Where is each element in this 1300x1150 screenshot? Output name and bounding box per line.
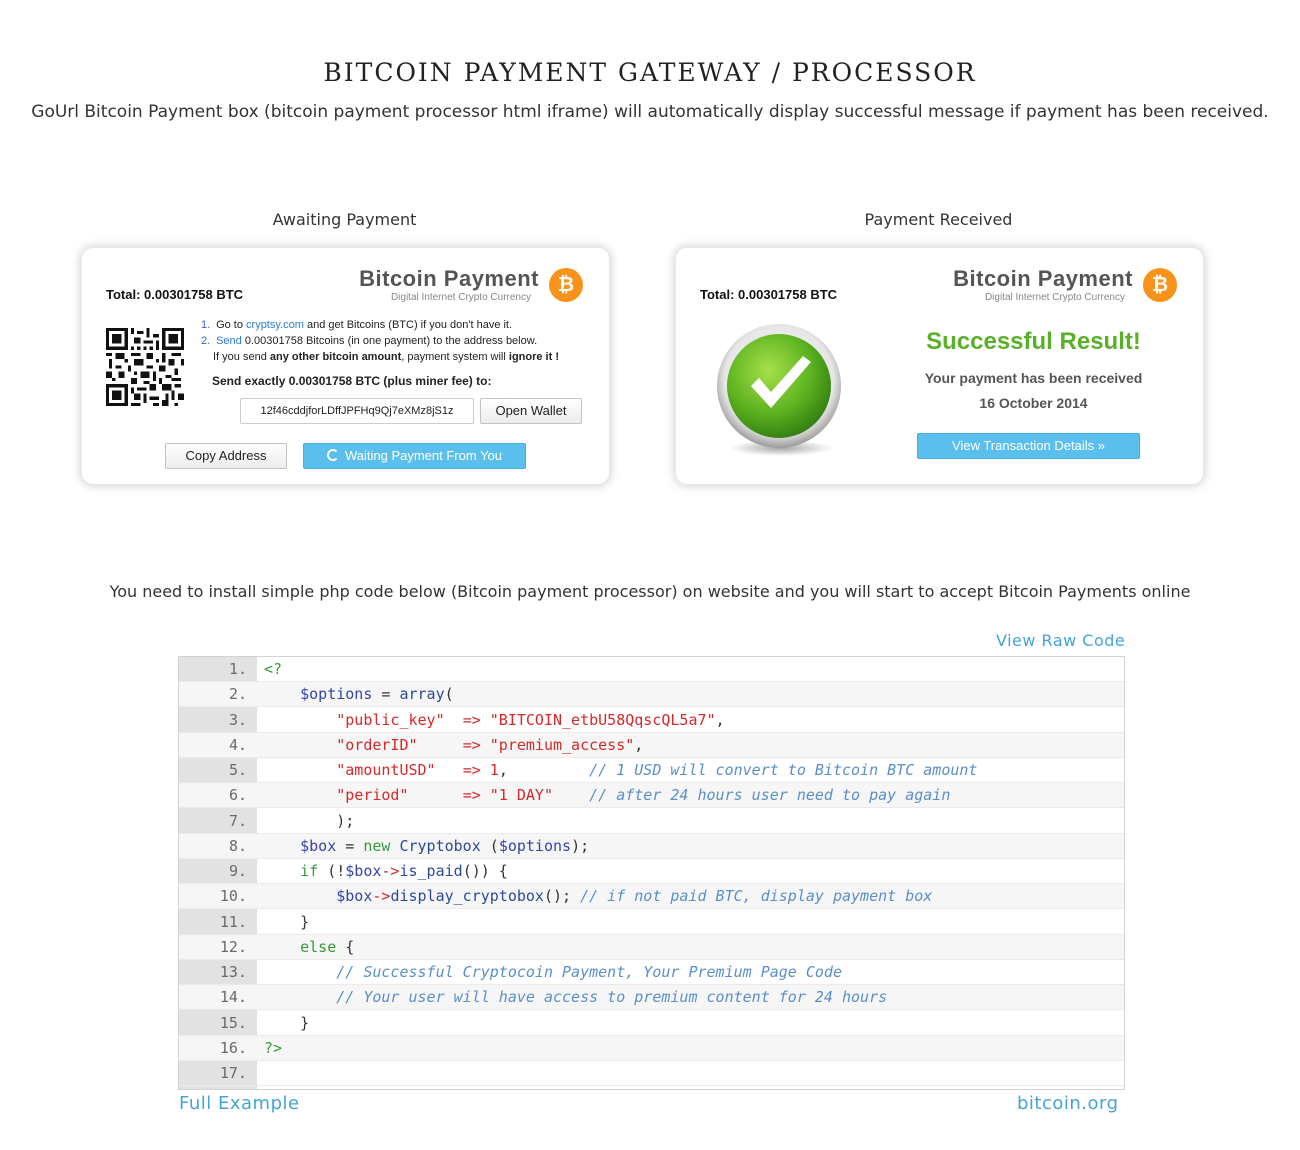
- code-text: }: [264, 1013, 310, 1032]
- line-number: 14.: [219, 988, 247, 1007]
- line-number: 10.: [219, 887, 247, 906]
- brand-logo: Bitcoin Payment Digital Internet Crypto …: [953, 266, 1133, 303]
- spinner-icon: [326, 449, 339, 461]
- line-number: 17.: [219, 1064, 247, 1082]
- line-number: 1.: [228, 660, 247, 678]
- payment-instructions: 1. Go to cryptsy.com and get Bitcoins (B…: [201, 319, 559, 363]
- bitcoin-address-field[interactable]: 12f46cddjforLDffJPFHq9Qj7eXMz8jS1z: [240, 398, 474, 424]
- code-text: "public_key" => "BITCOIN_etbU58QqscQL5a7…: [336, 710, 725, 729]
- code-line: 13. // Successful Cryptocoin Payment, Yo…: [179, 960, 1124, 985]
- brand-logo: Bitcoin Payment Digital Internet Crypto …: [359, 266, 539, 303]
- checkmark-icon: [717, 324, 841, 456]
- view-transaction-button[interactable]: View Transaction Details »: [917, 433, 1140, 459]
- code-line: 17.: [179, 1061, 1124, 1086]
- send-exact-text: Send exactly 0.00301758 BTC (plus miner …: [212, 374, 492, 388]
- code-line: 8. $box = new Cryptobox ($options);: [179, 833, 1124, 859]
- line-number: 15.: [219, 1013, 247, 1032]
- line-number: 11.: [219, 912, 247, 931]
- total-amount: Total: 0.00301758 BTC: [106, 287, 244, 302]
- code-line: 16. ?>: [179, 1035, 1124, 1061]
- qr-code: [106, 328, 184, 406]
- code-text: <?: [264, 660, 283, 678]
- line-number: 12.: [219, 937, 247, 956]
- success-title: Successful Result!: [926, 328, 1141, 355]
- payment-received-text: Your payment has been received: [924, 370, 1143, 386]
- full-example-link[interactable]: Full Example: [179, 1093, 300, 1114]
- install-note: You need to install simple php code belo…: [109, 582, 1191, 601]
- send-link[interactable]: Send: [216, 335, 242, 347]
- code-text: ?>: [264, 1038, 283, 1057]
- code-line: 14. // Your user will have access to pre…: [179, 985, 1124, 1011]
- code-text: }: [264, 912, 310, 931]
- received-caption: Payment Received: [864, 210, 1013, 229]
- bitcoin-logo-icon: ₿: [1143, 268, 1177, 302]
- code-text: "orderID" => "premium_access",: [336, 735, 644, 754]
- line-number: 7.: [228, 811, 247, 830]
- copy-address-button[interactable]: Copy Address: [165, 443, 287, 469]
- line-number: 6.: [228, 786, 247, 805]
- payment-date: 16 October 2014: [979, 395, 1088, 411]
- awaiting-caption: Awaiting Payment: [272, 210, 417, 229]
- line-number: 2.: [228, 685, 247, 704]
- code-text: $box = new Cryptobox ($options);: [300, 836, 590, 855]
- code-line: 12. else {: [179, 934, 1124, 960]
- line-number: 4.: [228, 735, 247, 754]
- line-number: 8.: [228, 836, 247, 855]
- bitcoin-org-link[interactable]: bitcoin.org: [1017, 1093, 1119, 1114]
- open-wallet-button[interactable]: Open Wallet: [480, 398, 582, 424]
- code-line: 3. "public_key" => "BITCOIN_etbU58QqscQL…: [179, 708, 1124, 733]
- code-text: $box->display_cryptobox(); // if not pai…: [336, 887, 933, 906]
- code-text: // Your user will have access to premium…: [336, 988, 888, 1007]
- awaiting-payment-box: Total: 0.00301758 BTC Bitcoin Payment Di…: [81, 247, 610, 485]
- code-line: 5. "amountUSD" => 1, // 1 USD will conve…: [179, 758, 1124, 783]
- cryptsy-link[interactable]: cryptsy.com: [246, 319, 304, 331]
- code-text: "period" => "1 DAY" // after 24 hours us…: [336, 786, 951, 805]
- code-line: 6. "period" => "1 DAY" // after 24 hours…: [179, 783, 1124, 809]
- code-text: else {: [300, 937, 355, 956]
- page-title: BITCOIN PAYMENT GATEWAY / PROCESSOR: [323, 58, 977, 87]
- code-block: 1. <? 2. $options = array(3. "public_key" …: [178, 656, 1125, 1090]
- line-number: 16.: [219, 1038, 247, 1057]
- waiting-payment-button[interactable]: Waiting Payment From You: [303, 443, 526, 469]
- code-text: if (!$box->is_paid()) {: [300, 862, 508, 880]
- line-number: 9.: [228, 862, 247, 880]
- code-text: // Successful Cryptocoin Payment, Your P…: [336, 963, 842, 981]
- line-number: 5.: [228, 761, 247, 779]
- bitcoin-logo-icon: ₿: [549, 268, 583, 302]
- payment-received-box: Total: 0.00301758 BTC Bitcoin Payment Di…: [675, 247, 1204, 485]
- view-raw-code-link[interactable]: View Raw Code: [996, 631, 1125, 650]
- code-line: 2. $options = array(: [179, 682, 1124, 708]
- code-line: 11. }: [179, 910, 1124, 935]
- code-text: "amountUSD" => 1, // 1 USD will convert …: [336, 761, 978, 779]
- code-line: 7. );: [179, 809, 1124, 834]
- code-line: 4. "orderID" => "premium_access",: [179, 732, 1124, 758]
- code-line: 9. if (!$box->is_paid()) {: [179, 859, 1124, 884]
- code-line: 10. $box->display_cryptobox(); // if not…: [179, 884, 1124, 910]
- code-line: 15. }: [179, 1011, 1124, 1036]
- total-amount: Total: 0.00301758 BTC: [700, 287, 838, 302]
- code-text: );: [264, 811, 355, 830]
- code-line: 1. <?: [179, 657, 1124, 682]
- line-number: 3.: [228, 710, 247, 729]
- intro-text: GoUrl Bitcoin Payment box (bitcoin payme…: [31, 102, 1269, 122]
- code-text: $options = array(: [300, 685, 454, 704]
- line-number: 13.: [219, 963, 247, 981]
